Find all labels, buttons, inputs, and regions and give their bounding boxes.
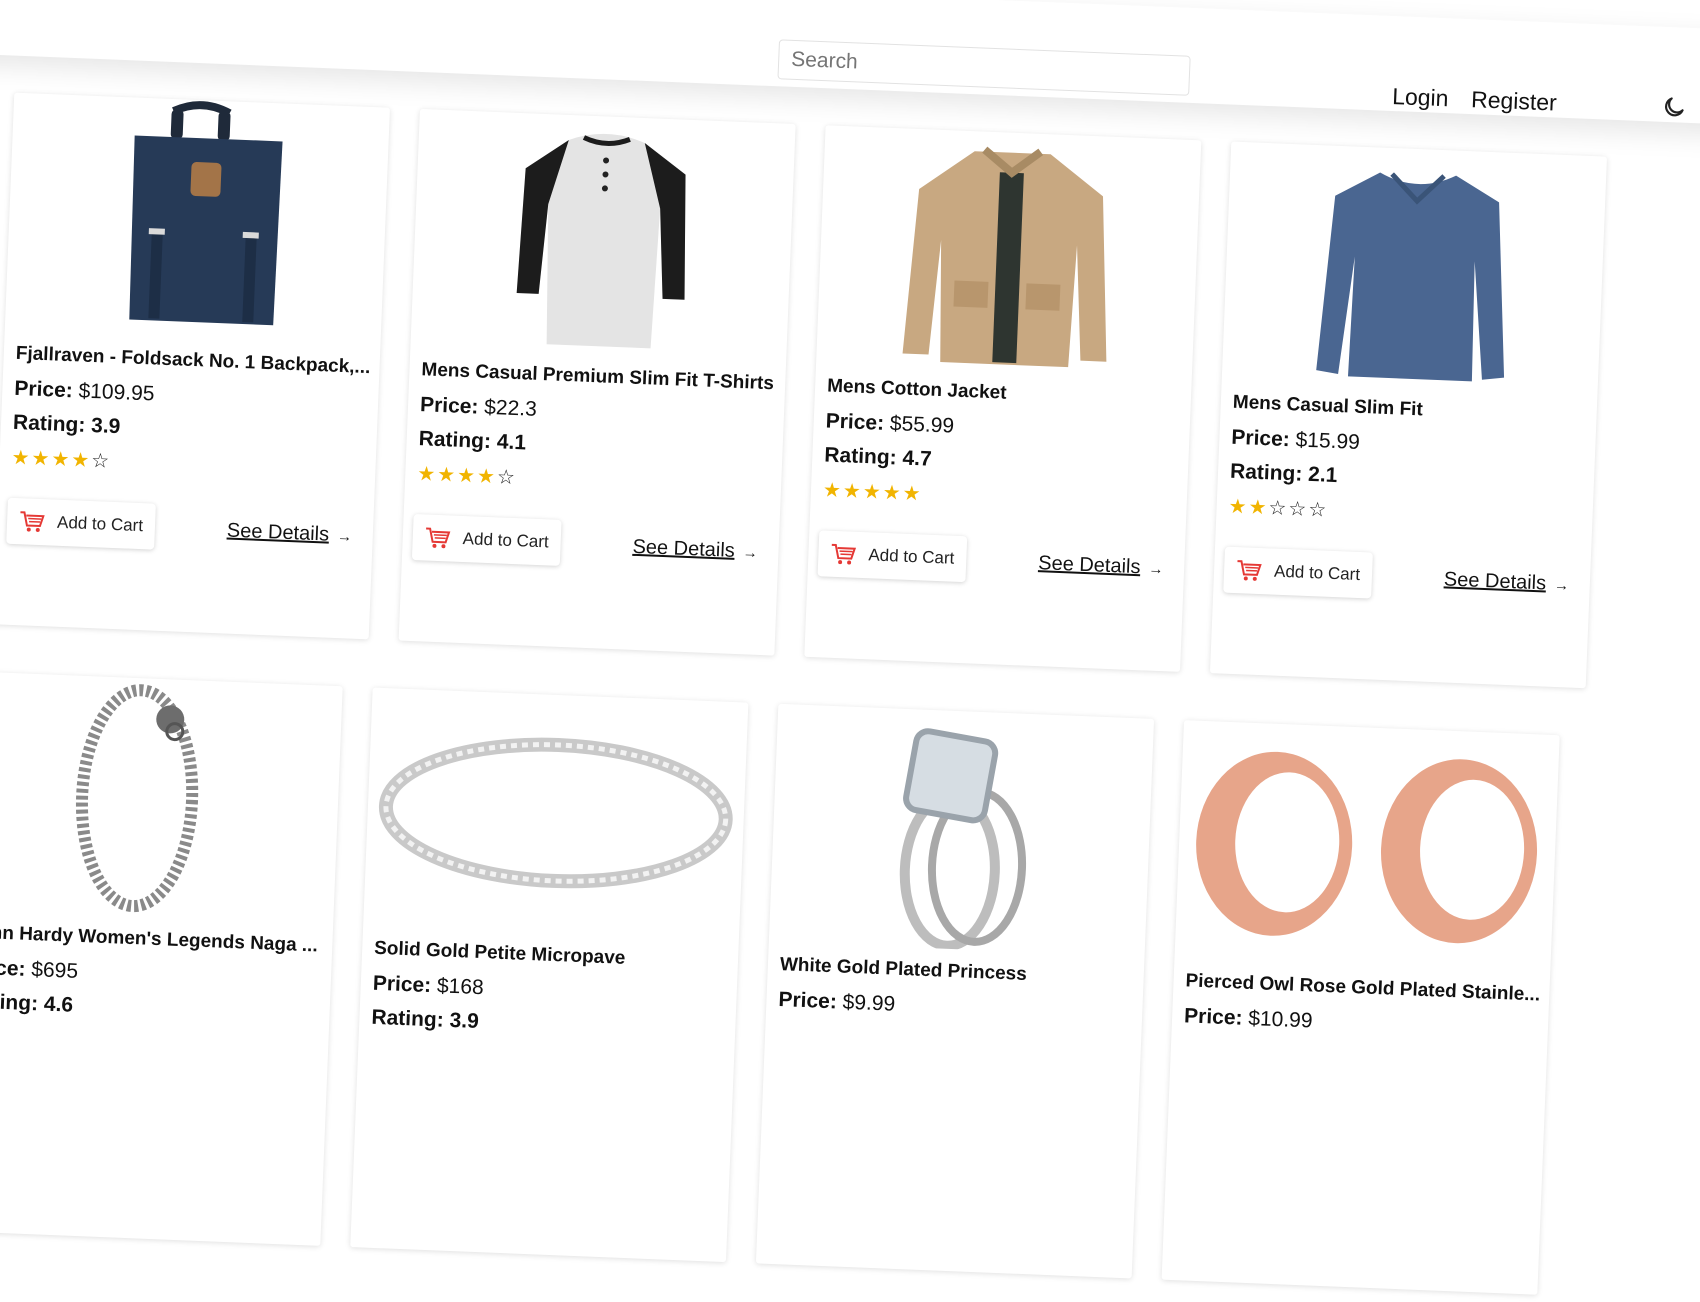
cart-icon	[426, 527, 451, 549]
tshirt-image	[410, 109, 795, 362]
earrings-image	[1175, 720, 1560, 973]
product-card: White Gold Plated Princess Price: $9.99	[755, 703, 1155, 1279]
product-title: Solid Gold Petite Micropave	[373, 937, 626, 969]
cart-icon	[20, 511, 45, 532]
arrow-right-icon: →	[742, 544, 759, 562]
star-rating: ★★☆☆☆	[1228, 495, 1329, 522]
product-card: Fjallraven - Foldsack No. 1 Backpack,...…	[0, 92, 390, 640]
bracelet-image	[0, 671, 343, 924]
arrow-right-icon: →	[1553, 576, 1570, 595]
cart-icon	[831, 543, 857, 565]
star-rating: ★★★★☆	[416, 463, 518, 490]
product-rating: Rating: 4.7	[823, 443, 933, 471]
product-title: White Gold Plated Princess	[779, 954, 1028, 985]
longsleeve-image	[1222, 142, 1607, 395]
product-card: John Hardy Women's Legends Naga ... Pric…	[0, 671, 343, 1246]
product-card: Solid Gold Petite Micropave Price: $168 …	[350, 687, 749, 1263]
product-title: Fjallraven - Foldsack No. 1 Backpack,...	[15, 342, 371, 379]
login-link[interactable]: Login	[1392, 83, 1449, 112]
product-title: John Hardy Women's Legends Naga ...	[0, 921, 319, 957]
product-rating: Rating: 3.9	[12, 410, 121, 439]
arrow-right-icon: →	[1148, 560, 1164, 579]
product-price: Price: $15.99	[1230, 425, 1361, 454]
product-card: Mens Casual Premium Slim Fit T-Shirts Pr…	[398, 108, 796, 656]
product-price: Price: $168	[372, 971, 485, 1000]
product-title: Mens Casual Slim Fit	[1232, 391, 1424, 421]
moon-icon[interactable]	[1661, 94, 1688, 121]
cart-icon	[1237, 560, 1262, 581]
arrow-right-icon: →	[336, 527, 353, 546]
product-price: Price: $9.99	[778, 988, 896, 1016]
register-link[interactable]: Register	[1471, 86, 1558, 116]
product-rating: Rating: 3.9	[371, 1005, 480, 1034]
product-rating: Rating: 2.1	[1229, 459, 1338, 488]
product-card: Mens Casual Slim Fit Price: $15.99 Ratin…	[1209, 141, 1608, 689]
ring-image	[363, 688, 748, 941]
see-details-link[interactable]: See Details →	[226, 520, 352, 548]
backpack-image	[5, 93, 390, 346]
product-price: Price: $22.3	[419, 393, 538, 421]
product-title: Mens Casual Premium Slim Fit T-Shirts	[421, 359, 775, 395]
see-details-link[interactable]: See Details →	[632, 536, 758, 564]
product-card: Mens Cotton Jacket Price: $55.99 Rating:…	[804, 125, 1202, 672]
see-details-link[interactable]: See Details →	[1443, 568, 1569, 596]
product-title: Pierced Owl Rose Gold Plated Stainle...	[1185, 970, 1541, 1006]
jacket-image	[816, 125, 1201, 378]
star-rating: ★★★★☆	[11, 446, 112, 473]
add-to-cart-button[interactable]: Add to Cart	[411, 514, 562, 566]
product-rating: Rating: 4.6	[0, 989, 74, 1017]
product-card: Pierced Owl Rose Gold Plated Stainle... …	[1161, 720, 1560, 1295]
see-details-link[interactable]: See Details →	[1038, 552, 1164, 580]
add-to-cart-button[interactable]: Add to Cart	[817, 530, 968, 583]
product-price: Price: $10.99	[1183, 1004, 1313, 1033]
diamond-ring-image	[769, 704, 1154, 957]
add-to-cart-button[interactable]: Add to Cart	[6, 497, 156, 550]
product-price: Price: $55.99	[825, 409, 955, 438]
product-price: Price: $109.95	[13, 376, 155, 406]
star-rating: ★★★★★	[822, 479, 923, 506]
product-title: Mens Cotton Jacket	[826, 375, 1007, 404]
add-to-cart-button[interactable]: Add to Cart	[1223, 546, 1373, 599]
product-rating: Rating: 4.1	[418, 427, 527, 455]
product-price: Price: $695	[0, 955, 79, 983]
